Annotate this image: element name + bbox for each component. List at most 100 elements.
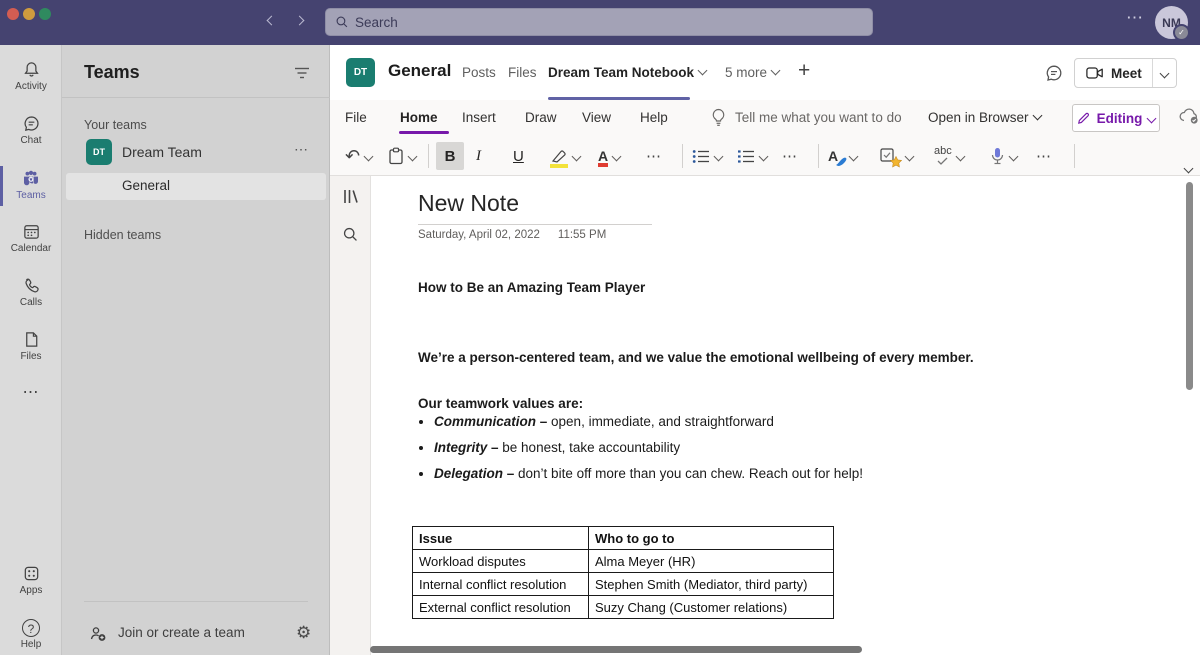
rail-item-activity[interactable]: Activity — [0, 60, 62, 92]
ellipsis-icon: ⋯ — [782, 148, 798, 165]
bullet-item[interactable]: Communication – open, immediate, and str… — [434, 414, 863, 430]
rail-item-files[interactable]: Files — [0, 330, 62, 362]
menu-help[interactable]: Help — [640, 110, 668, 125]
bullet-item[interactable]: Integrity – be honest, take accountabili… — [434, 440, 863, 456]
tell-me-search[interactable]: Tell me what you want to do — [735, 110, 902, 125]
paragraph-overflow-button[interactable]: ⋯ — [782, 137, 798, 175]
filter-icon[interactable] — [294, 67, 310, 79]
microphone-icon — [991, 148, 1004, 165]
rail-item-teams[interactable]: Teams — [0, 166, 62, 206]
tab-posts[interactable]: Posts — [462, 65, 496, 80]
collapse-ribbon-button[interactable] — [1180, 162, 1194, 180]
horizontal-scrollbar[interactable] — [370, 646, 862, 653]
gear-icon[interactable]: ⚙ — [296, 623, 311, 643]
meet-dropdown-button[interactable] — [1151, 59, 1176, 87]
rail-item-chat[interactable]: Chat — [0, 114, 62, 146]
vertical-scrollbar[interactable] — [1186, 182, 1193, 390]
rail-more-button[interactable]: ⋯ — [0, 382, 62, 402]
styles-button[interactable]: A — [828, 137, 859, 175]
ellipsis-icon: ⋯ — [1036, 148, 1052, 165]
font-color-button[interactable]: A — [598, 137, 622, 175]
rail-label: Teams — [16, 190, 46, 201]
italic-button[interactable]: I — [476, 137, 481, 175]
table-header-row: Issue Who to go to — [412, 526, 834, 550]
underline-button[interactable]: U — [513, 137, 524, 175]
forward-button[interactable] — [291, 14, 305, 31]
table-row[interactable]: Workload disputes Alma Meyer (HR) — [412, 549, 834, 573]
chevron-down-icon — [955, 151, 966, 161]
undo-button[interactable]: ↶ — [345, 137, 374, 175]
table-row[interactable]: External conflict resolution Suzy Chang … — [412, 595, 834, 619]
macos-zoom-button[interactable] — [39, 8, 51, 20]
table-row[interactable]: Internal conflict resolution Stephen Smi… — [412, 572, 834, 596]
active-indicator — [0, 166, 3, 206]
teams-icon — [0, 168, 62, 188]
bold-button[interactable]: B — [436, 142, 464, 170]
titlebar-more-button[interactable]: ⋯ — [1126, 8, 1144, 28]
avatar[interactable]: NM ✓ — [1155, 6, 1190, 41]
conversation-icon[interactable] — [1044, 63, 1064, 83]
divider — [62, 97, 330, 98]
menu-home[interactable]: Home — [400, 110, 438, 125]
bell-icon — [0, 60, 62, 79]
note-paragraph[interactable]: We’re a person-centered team, and we val… — [418, 350, 974, 365]
meet-label: Meet — [1111, 65, 1142, 81]
team-row-dream-team[interactable]: DT Dream Team ⋯ — [62, 138, 330, 172]
note-values-intro[interactable]: Our teamwork values are: — [418, 396, 583, 411]
rail-label: Chat — [20, 135, 42, 146]
rail-item-help[interactable]: ? Help — [0, 619, 62, 650]
search-input[interactable]: Search — [325, 8, 873, 36]
menu-view[interactable]: View — [582, 110, 611, 125]
search-placeholder: Search — [355, 14, 398, 30]
bullet-list-button[interactable] — [692, 137, 724, 175]
ellipsis-icon: ⋯ — [646, 148, 662, 165]
toolbar-overflow-button[interactable]: ⋯ — [1036, 137, 1052, 175]
divider — [84, 601, 308, 602]
file-icon — [0, 330, 62, 349]
macos-minimize-button[interactable] — [23, 8, 35, 20]
note-canvas: New Note Saturday, April 02, 2022 11:55 P… — [330, 176, 1200, 655]
dictate-button[interactable] — [990, 137, 1019, 175]
sidebar-title: Teams — [84, 62, 140, 82]
menu-draw[interactable]: Draw — [525, 110, 557, 125]
tab-files[interactable]: Files — [508, 65, 537, 80]
rail-item-apps[interactable]: Apps — [0, 564, 62, 596]
open-in-browser-button[interactable]: Open in Browser — [928, 110, 1042, 125]
brush-icon — [836, 157, 847, 166]
tag-button[interactable] — [880, 137, 915, 175]
bullet-item[interactable]: Delegation – don’t bite off more than yo… — [434, 466, 863, 482]
add-tab-button[interactable]: + — [798, 59, 810, 83]
highlighter-icon — [551, 149, 566, 163]
rail-item-calendar[interactable]: Calendar — [0, 222, 62, 254]
font-overflow-button[interactable]: ⋯ — [646, 137, 662, 175]
editing-mode-button[interactable]: Editing — [1072, 104, 1160, 132]
highlight-button[interactable] — [550, 137, 582, 175]
paste-button[interactable] — [388, 137, 418, 175]
tab-dream-team-notebook[interactable]: Dream Team Notebook — [548, 65, 708, 80]
spelling-button[interactable]: abc — [934, 137, 966, 175]
rail-item-calls[interactable]: Calls — [0, 276, 62, 308]
search-notes-icon[interactable] — [342, 226, 359, 243]
rail-label: Calls — [19, 297, 43, 308]
chevron-down-icon — [407, 151, 418, 161]
chevron-down-icon — [1146, 113, 1157, 123]
channel-item-general[interactable]: General — [66, 173, 326, 200]
chevron-left-icon — [266, 15, 277, 26]
divider — [428, 144, 429, 168]
back-button[interactable] — [263, 14, 277, 31]
note-heading[interactable]: How to Be an Amazing Team Player — [418, 280, 645, 295]
macos-close-button[interactable] — [7, 8, 19, 20]
notebooks-icon[interactable] — [341, 187, 361, 207]
menu-file[interactable]: File — [345, 110, 367, 125]
meet-button[interactable]: Meet — [1075, 59, 1152, 87]
note-title[interactable]: New Note — [418, 190, 519, 217]
bullet-list-icon — [692, 149, 709, 163]
more-tabs-button[interactable]: 5 more — [725, 65, 781, 80]
team-more-button[interactable]: ⋯ — [294, 141, 309, 158]
hidden-teams-label[interactable]: Hidden teams — [84, 228, 161, 242]
numbered-list-button[interactable] — [737, 137, 769, 175]
contacts-table: Issue Who to go to Workload disputes Alm… — [412, 526, 834, 619]
join-or-create-team-button[interactable]: Join or create a team ⚙ — [62, 618, 330, 650]
menu-insert[interactable]: Insert — [462, 110, 496, 125]
chevron-down-icon — [611, 151, 622, 161]
